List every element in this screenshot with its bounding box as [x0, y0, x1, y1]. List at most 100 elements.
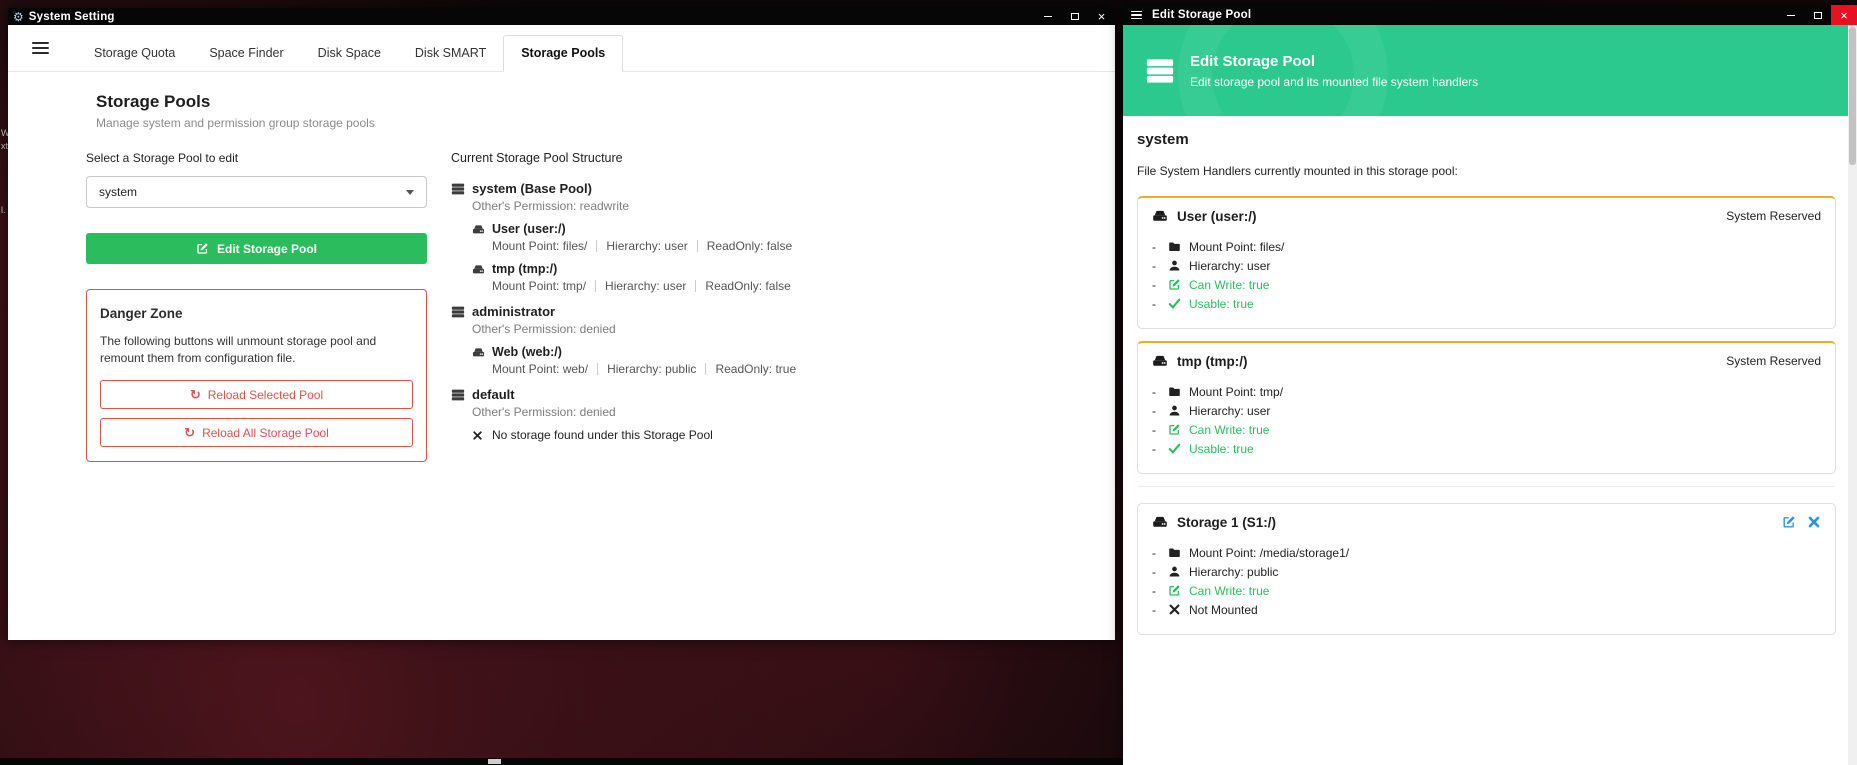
- system-setting-window: ⚙ System Setting × Storage Quota Space F…: [8, 8, 1115, 640]
- edit-icon: [1168, 423, 1181, 436]
- divider: [695, 280, 696, 292]
- pool-name: default: [472, 387, 515, 402]
- storage-name: tmp (tmp:/): [492, 262, 557, 276]
- server-icon: [451, 305, 465, 319]
- tab-storage-quota[interactable]: Storage Quota: [77, 36, 192, 71]
- bullet: -: [1152, 404, 1168, 418]
- danger-zone-panel: Danger Zone The following buttons will u…: [86, 289, 427, 462]
- divider: [596, 240, 597, 252]
- user-icon: [1168, 565, 1181, 578]
- scrollbar[interactable]: [1848, 25, 1857, 765]
- edit-storage-pool-button[interactable]: Edit Storage Pool: [86, 233, 427, 264]
- storage-node: tmp (tmp:/) Mount Point: tmp/ Hierarchy:…: [472, 262, 1071, 293]
- refresh-icon: ↻: [190, 388, 201, 401]
- storage-readonly: ReadOnly: true: [715, 362, 796, 376]
- pool-permission: Other's Permission: denied: [472, 322, 1071, 336]
- handler-not-mounted: Not Mounted: [1189, 603, 1258, 617]
- pool-select-label: Select a Storage Pool to edit: [86, 151, 427, 165]
- storage-node: Web (web:/) Mount Point: web/ Hierarchy:…: [472, 345, 1071, 376]
- handler-mount-point: Mount Point: tmp/: [1189, 385, 1283, 399]
- edit-handler-button[interactable]: [1782, 515, 1796, 529]
- taskbar[interactable]: [0, 758, 1123, 765]
- settings-tabbar: Storage Quota Space Finder Disk Space Di…: [8, 25, 1115, 72]
- remove-handler-button[interactable]: [1807, 515, 1821, 529]
- server-icon: [1145, 56, 1175, 86]
- storage-mount-point: Mount Point: web/: [492, 362, 588, 376]
- edit-pool-titlebar[interactable]: Edit Storage Pool ×: [1123, 5, 1857, 25]
- divider: [697, 240, 698, 252]
- storage-name: Web (web:/): [492, 345, 562, 359]
- divider: [705, 363, 706, 375]
- edit-icon: [1168, 584, 1181, 597]
- edit-pool-content: system File System Handlers currently mo…: [1123, 116, 1848, 765]
- tab-disk-smart[interactable]: Disk SMART: [398, 36, 503, 71]
- handler-can-write: Can Write: true: [1189, 584, 1269, 598]
- bullet: -: [1152, 546, 1168, 560]
- handler-mount-point: Mount Point: /media/storage1/: [1189, 546, 1349, 560]
- reload-all-pool-button[interactable]: ↻ Reload All Storage Pool: [100, 418, 413, 447]
- window-controls: ×: [1034, 8, 1115, 25]
- reload-selected-pool-button[interactable]: ↻ Reload Selected Pool: [100, 380, 413, 409]
- tab-storage-pools[interactable]: Storage Pools: [503, 35, 623, 72]
- edit-storage-pool-label: Edit Storage Pool: [217, 242, 317, 256]
- bullet: -: [1152, 565, 1168, 579]
- pool-name: system (Base Pool): [472, 181, 592, 196]
- handler-can-write: Can Write: true: [1189, 423, 1269, 437]
- storage-readonly: ReadOnly: false: [705, 279, 790, 293]
- minimize-button[interactable]: [1777, 5, 1804, 25]
- bullet: -: [1152, 603, 1168, 617]
- pool-select-dropdown[interactable]: system: [86, 176, 427, 208]
- close-button[interactable]: ×: [1088, 8, 1115, 25]
- server-icon: [451, 388, 465, 402]
- edit-storage-pool-window: Edit Storage Pool × Edit Storage Pool Ed…: [1123, 5, 1857, 765]
- maximize-button[interactable]: [1061, 8, 1088, 25]
- divider: [1139, 486, 1834, 487]
- gear-icon: ⚙: [13, 11, 24, 23]
- reload-selected-pool-label: Reload Selected Pool: [208, 388, 323, 402]
- system-setting-titlebar[interactable]: ⚙ System Setting ×: [8, 8, 1115, 25]
- bullet: -: [1152, 240, 1168, 254]
- taskbar-item[interactable]: [488, 759, 501, 764]
- storage-pools-page: Storage Pools Manage system and permissi…: [8, 72, 1115, 640]
- menu-icon[interactable]: [32, 39, 49, 57]
- handler-hierarchy: Hierarchy: public: [1189, 565, 1278, 579]
- window-controls: ×: [1777, 5, 1857, 25]
- user-icon: [1168, 259, 1181, 272]
- tab-space-finder[interactable]: Space Finder: [192, 36, 300, 71]
- divider: [595, 280, 596, 292]
- edit-icon: [1168, 278, 1181, 291]
- hdd-icon: [1152, 208, 1168, 224]
- check-icon: [1168, 297, 1181, 310]
- pool-select-value: system: [99, 185, 137, 199]
- system-reserved-badge: System Reserved: [1726, 209, 1821, 223]
- pool-node: administrator Other's Permission: denied…: [451, 304, 1071, 376]
- refresh-icon: ↻: [184, 426, 195, 439]
- close-icon: ×: [1098, 10, 1106, 23]
- pool-empty-message: No storage found under this Storage Pool: [492, 428, 713, 442]
- handler-mount-point: Mount Point: files/: [1189, 240, 1284, 254]
- pool-name-heading: system: [1137, 131, 1836, 148]
- bullet: -: [1152, 278, 1168, 292]
- pool-permission: Other's Permission: readwrite: [472, 199, 1071, 213]
- tab-disk-space[interactable]: Disk Space: [301, 36, 398, 71]
- pool-name: administrator: [472, 304, 555, 319]
- menu-icon[interactable]: [1131, 9, 1142, 22]
- scrollbar-thumb[interactable]: [1849, 27, 1856, 165]
- minimize-button[interactable]: [1034, 8, 1061, 25]
- edit-pool-banner: Edit Storage Pool Edit storage pool and …: [1123, 25, 1848, 116]
- pool-node: default Other's Permission: denied No st…: [451, 387, 1071, 442]
- banner-title: Edit Storage Pool: [1190, 53, 1478, 70]
- bullet: -: [1152, 423, 1168, 437]
- divider: [597, 363, 598, 375]
- maximize-button[interactable]: [1804, 5, 1831, 25]
- handler-hierarchy: Hierarchy: user: [1189, 259, 1270, 273]
- storage-readonly: ReadOnly: false: [707, 239, 792, 253]
- handlers-description: File System Handlers currently mounted i…: [1137, 164, 1836, 178]
- maximize-icon: [1814, 12, 1822, 19]
- close-button[interactable]: ×: [1831, 5, 1857, 25]
- handler-card: User (user:/) System Reserved -Mount Poi…: [1137, 196, 1836, 329]
- handler-card: tmp (tmp:/) System Reserved -Mount Point…: [1137, 341, 1836, 474]
- storage-mount-point: Mount Point: tmp/: [492, 279, 586, 293]
- folder-icon: [1168, 385, 1181, 398]
- handler-card: Storage 1 (S1:/) -Mount Point: /media/st…: [1137, 503, 1836, 635]
